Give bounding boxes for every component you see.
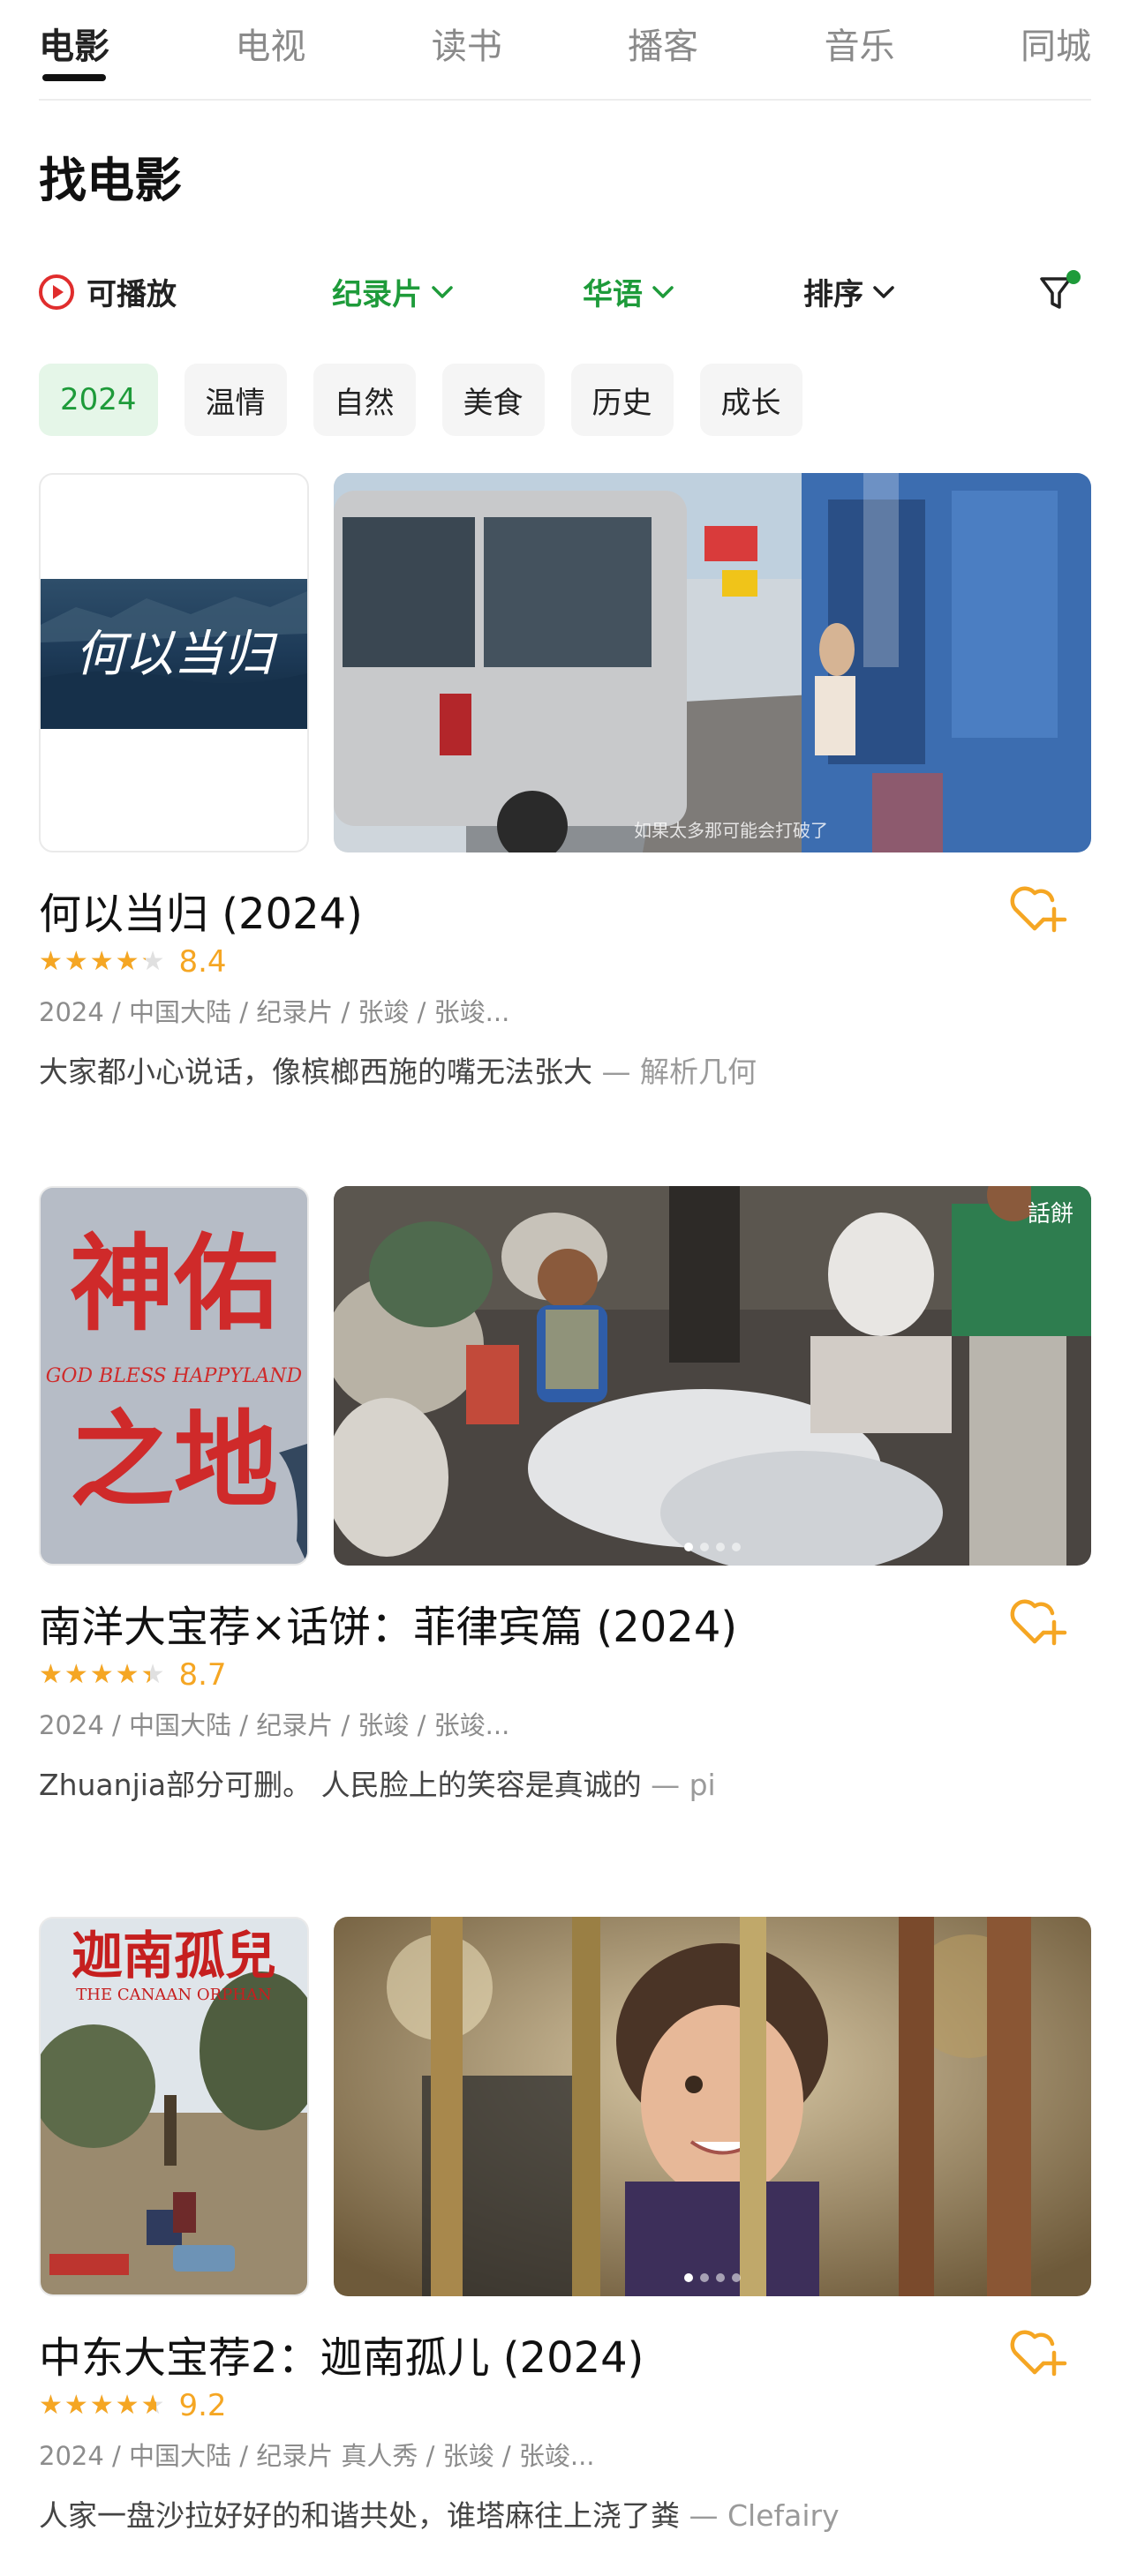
tag-2024[interactable]: 2024 (39, 364, 158, 436)
chevron-down-icon (652, 285, 674, 298)
featured-comment[interactable]: Zhuanjia部分可删。 人民脸上的笑容是真诚的 — pi (39, 1761, 716, 1804)
add-to-wishlist-icon[interactable] (1008, 881, 1070, 935)
tag-history[interactable]: 历史 (570, 364, 674, 436)
still-caption: 如果太多那可能会打破了 (634, 820, 828, 841)
funnel-icon[interactable] (1035, 268, 1084, 318)
tab-tv[interactable]: 电视 (235, 0, 305, 81)
still-badge: 話餅 (1028, 1201, 1074, 1228)
movie-meta: 2024 / 中国大陆 / 纪录片 / 张竣 / 张竣... (39, 1710, 510, 1740)
filter-row: 可播放 纪录片 华语 排序 (39, 261, 1091, 325)
still-image: 如果太多那可能会打破了 (334, 473, 1091, 852)
movie-meta: 2024 / 中国大陆 / 纪录片 / 张竣 / 张竣... (39, 997, 510, 1027)
tag-nature[interactable]: 自然 (313, 364, 416, 436)
poster-image: 何以当归 (41, 579, 307, 729)
tag-warm[interactable]: 温情 (184, 364, 287, 436)
sort-dropdown-label: 排序 (803, 277, 863, 312)
rating: ★★★★★ ★★★★★ 9.2 (39, 2388, 227, 2423)
comment-text: 人家一盘沙拉好好的和谐共处，谁塔麻往上浇了粪 (39, 2498, 680, 2533)
playable-filter[interactable]: 可播放 (39, 270, 177, 313)
tab-local[interactable]: 同城 (1021, 0, 1091, 81)
chevron-down-icon (873, 285, 894, 298)
movie-still[interactable]: 如果太多那可能会打破了 (334, 473, 1091, 852)
carousel-indicator (334, 2273, 1091, 2282)
poster-image: 迦南孤兒 THE CANAAN ORPHAN (41, 1919, 307, 2294)
comment-author: — 解析几何 (592, 1055, 757, 1089)
rating: ★★★★★★★★★★ 8.4 (39, 944, 227, 980)
play-icon (39, 274, 74, 310)
still-image (334, 1917, 1091, 2296)
rating-score: 9.2 (178, 2388, 227, 2423)
poster-title-text: 迦南孤兒 (72, 1926, 276, 1986)
language-dropdown[interactable]: 华语 (583, 270, 674, 313)
rating-score: 8.7 (178, 1657, 227, 1693)
poster-title-text: 何以当归 (75, 626, 278, 683)
playable-filter-label: 可播放 (87, 277, 177, 312)
star-rating: ★★★★★★★★★★ (39, 1659, 167, 1690)
language-dropdown-label: 华语 (583, 277, 643, 312)
tag-food[interactable]: 美食 (441, 364, 545, 436)
carousel-indicator (334, 1543, 1091, 1551)
poster-subtitle: THE CANAAN ORPHAN (76, 1986, 271, 2004)
add-to-wishlist-icon[interactable] (1008, 1594, 1070, 1648)
tag-growth[interactable]: 成长 (699, 364, 802, 436)
poster-title-line-2: 之地 (70, 1399, 278, 1521)
top-tab-bar: 电影 电视 读书 播客 音乐 同城 (39, 0, 1091, 101)
comment-text: 大家都小心说话，像槟榔西施的嘴无法张大 (39, 1055, 592, 1089)
sort-dropdown[interactable]: 排序 (803, 270, 895, 313)
movie-title[interactable]: 何以当归 (2024) (39, 879, 363, 941)
page-title: 找电影 (39, 153, 182, 208)
still-image: 話餅 (334, 1186, 1091, 1566)
tab-books[interactable]: 读书 (432, 0, 502, 81)
featured-comment[interactable]: 人家一盘沙拉好好的和谐共处，谁塔麻往上浇了粪 — Clefairy (39, 2492, 840, 2535)
movie-still[interactable] (334, 1917, 1091, 2296)
rating: ★★★★★★★★★★ 8.7 (39, 1657, 227, 1693)
tag-row: 2024 温情 自然 美食 历史 成长 (39, 364, 802, 436)
comment-text: Zhuanjia部分可删。 人民脸上的笑容是真诚的 (39, 1768, 642, 1802)
tab-music[interactable]: 音乐 (825, 0, 895, 81)
genre-dropdown[interactable]: 纪录片 (332, 270, 454, 313)
poster-subtitle: GOD BLESS HAPPYLAND (46, 1365, 303, 1387)
poster-image: 神佑 GOD BLESS HAPPYLAND 之地 (41, 1188, 307, 1564)
genre-dropdown-label: 纪录片 (332, 277, 422, 312)
poster-title-line-1: 神佑 (70, 1222, 278, 1345)
movie-poster[interactable]: 迦南孤兒 THE CANAAN ORPHAN (39, 1917, 309, 2296)
star-rating: ★★★★★★★★★★ (39, 946, 167, 977)
comment-author: — pi (641, 1768, 716, 1802)
tab-movie[interactable]: 电影 (39, 0, 109, 81)
chevron-down-icon (432, 285, 453, 298)
movie-title[interactable]: 中东大宝荐2：迦南孤儿 (2024) (39, 2323, 644, 2384)
rating-score: 8.4 (178, 944, 227, 980)
movie-still[interactable]: 話餅 (334, 1186, 1091, 1566)
movie-poster[interactable]: 神佑 GOD BLESS HAPPYLAND 之地 (39, 1186, 309, 1566)
movie-meta: 2024 / 中国大陆 / 纪录片 真人秀 / 张竣 / 张竣... (39, 2441, 595, 2471)
movie-title[interactable]: 南洋大宝荐×话饼：菲律宾篇 (2024) (39, 1592, 737, 1654)
add-to-wishlist-icon[interactable] (1008, 2324, 1070, 2379)
featured-comment[interactable]: 大家都小心说话，像槟榔西施的嘴无法张大 — 解析几何 (39, 1048, 757, 1091)
star-rating: ★★★★★★★★★★ (39, 2390, 167, 2421)
movie-poster[interactable]: 何以当归 (39, 473, 309, 852)
comment-author: — Clefairy (680, 2498, 840, 2533)
tab-podcast[interactable]: 播客 (628, 0, 698, 81)
